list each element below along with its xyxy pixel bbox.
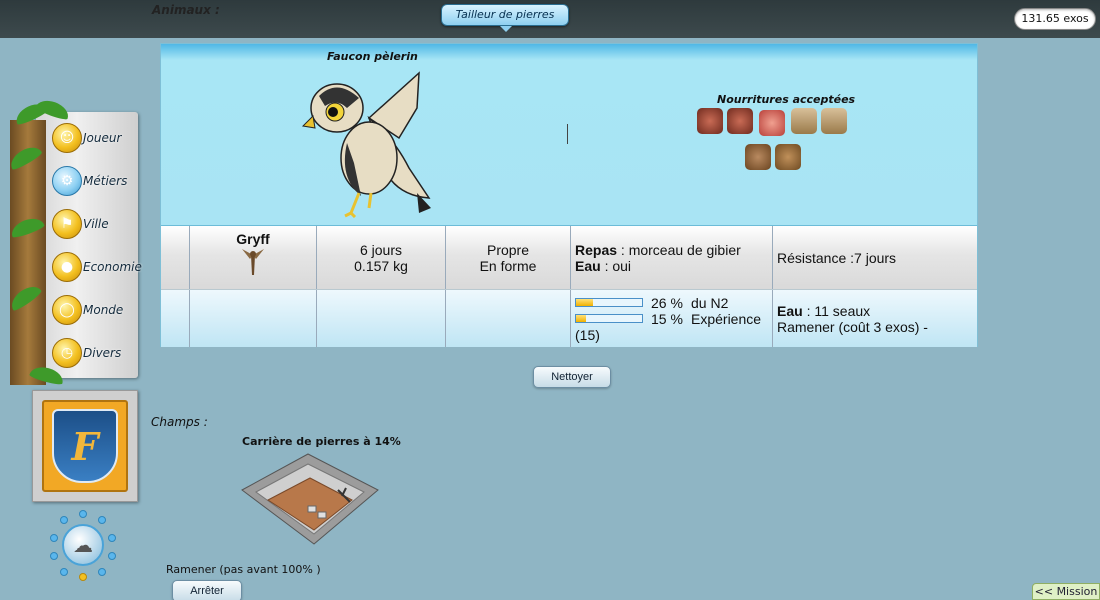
nav-item-monde[interactable]: ◯ Monde bbox=[52, 292, 136, 328]
nav-label: Divers bbox=[83, 346, 122, 360]
weather-widget[interactable]: ☁ bbox=[48, 510, 118, 582]
experience-percent: 15 % bbox=[651, 310, 683, 327]
crest-shield-icon: F bbox=[52, 409, 118, 483]
animal-name: Gryff bbox=[236, 230, 270, 247]
table-cell bbox=[189, 290, 316, 347]
rain-cloud-icon: ☁ bbox=[62, 524, 104, 566]
globe-icon: ◯ bbox=[52, 295, 82, 325]
stop-button[interactable]: Arrêter bbox=[172, 580, 242, 600]
table-cell: Résistance :7 jours bbox=[772, 226, 977, 289]
meal-label: Repas bbox=[575, 241, 618, 258]
level-bar bbox=[575, 298, 643, 307]
animal-progress-row: 26 % du N2 15 % Expérience (15) Eau : 11… bbox=[161, 290, 977, 347]
nav-label: Ville bbox=[83, 217, 109, 231]
experience-bar-fill bbox=[576, 315, 586, 322]
nav-label: Joueur bbox=[83, 131, 122, 145]
top-bar: Animaux : Tailleur de pierres 131.65 exo… bbox=[0, 0, 1100, 38]
table-cell bbox=[161, 290, 189, 347]
level-percent: 26 % bbox=[651, 294, 683, 311]
guild-crest-panel[interactable]: F bbox=[32, 390, 138, 502]
table-cell bbox=[316, 290, 445, 347]
nav-item-metiers[interactable]: ⚙ Métiers bbox=[52, 163, 136, 199]
water-value: : oui bbox=[600, 257, 632, 274]
job-tab[interactable]: Tailleur de pierres bbox=[441, 4, 569, 32]
animal-health: En forme bbox=[479, 257, 537, 274]
nav-item-joueur[interactable]: ☺ Joueur bbox=[52, 120, 136, 156]
weather-dot bbox=[60, 516, 68, 524]
water-stock-value: : 11 seaux bbox=[802, 302, 871, 319]
nav-label: Monde bbox=[83, 303, 124, 317]
meal-value: : morceau de gibier bbox=[617, 241, 741, 258]
bring-back-link[interactable]: Ramener (coût 3 exos) - bbox=[777, 319, 977, 335]
experience-progress: 15 % Expérience bbox=[575, 311, 772, 327]
weather-dot bbox=[79, 510, 87, 518]
ham-icon bbox=[759, 110, 785, 136]
weather-dot bbox=[50, 534, 58, 542]
meat-icon bbox=[727, 108, 753, 134]
mission-tab[interactable]: << Mission bbox=[1032, 583, 1100, 600]
weather-dot bbox=[79, 573, 87, 581]
table-cell: Gryff bbox=[189, 226, 316, 289]
divider bbox=[567, 124, 568, 144]
clock-icon: ◷ bbox=[52, 338, 82, 368]
nav-item-divers[interactable]: ◷ Divers bbox=[52, 335, 136, 371]
table-cell bbox=[445, 290, 570, 347]
nav-label: Métiers bbox=[83, 174, 128, 188]
resistance-text: Résistance :7 jours bbox=[777, 249, 897, 266]
weather-dot bbox=[60, 568, 68, 576]
weather-dot bbox=[108, 534, 116, 542]
animal-cleanliness: Propre bbox=[486, 241, 530, 258]
stone-quarry-icon[interactable] bbox=[238, 450, 380, 546]
fields-label: Champs : bbox=[151, 415, 208, 429]
table-cell: 26 % du N2 15 % Expérience (15) bbox=[570, 290, 772, 347]
meat-icon bbox=[697, 108, 723, 134]
wood-bucket-icon bbox=[775, 144, 801, 170]
table-cell: 6 jours 0.157 kg bbox=[316, 226, 445, 289]
weather-dot bbox=[50, 552, 58, 560]
level-bar-fill bbox=[576, 299, 594, 306]
quarry-title: Carrière de pierres à 14% bbox=[242, 435, 401, 448]
animal-header: Faucon pèlerin Nourritures acceptées bbox=[161, 44, 977, 226]
level-progress: 26 % du N2 bbox=[575, 295, 772, 311]
rabbit-icon bbox=[745, 144, 771, 170]
table-cell: Eau : 11 seaux Ramener (coût 3 exos) - bbox=[772, 290, 977, 347]
table-cell bbox=[161, 226, 189, 289]
nav-label: Economie bbox=[83, 260, 142, 274]
experience-bar bbox=[575, 314, 643, 323]
weather-dot bbox=[108, 552, 116, 560]
gears-icon: ⚙ bbox=[52, 166, 82, 196]
table-cell: Propre En forme bbox=[445, 226, 570, 289]
coins-icon: ● bbox=[52, 252, 82, 282]
grain-sack-icon bbox=[821, 108, 847, 134]
animal-info-row: Gryff 6 jours 0.157 kg Propre En forme R… bbox=[161, 226, 977, 290]
clean-button[interactable]: Nettoyer bbox=[533, 366, 611, 388]
money-display: 131.65 exos bbox=[1014, 8, 1096, 30]
experience-label: Expérience bbox=[691, 310, 762, 327]
grain-sack-icon bbox=[791, 108, 817, 134]
falcon-small-icon bbox=[242, 248, 264, 275]
animal-weight: 0.157 kg bbox=[354, 257, 408, 274]
level-label: du N2 bbox=[691, 294, 729, 311]
field-bring-back-text: Ramener (pas avant 100% ) bbox=[166, 563, 321, 576]
experience-points: (15) bbox=[575, 326, 600, 343]
weather-dot bbox=[98, 516, 106, 524]
water-stock-label: Eau bbox=[777, 302, 803, 319]
animal-species: Faucon pèlerin bbox=[327, 50, 418, 63]
table-cell: Repas : morceau de gibier Eau : oui bbox=[570, 226, 772, 289]
accepted-foods-title: Nourritures acceptées bbox=[717, 93, 856, 106]
water-label: Eau bbox=[575, 257, 601, 274]
city-icon: ⚑ bbox=[52, 209, 82, 239]
nav-item-economie[interactable]: ● Economie bbox=[52, 249, 142, 285]
nav-item-ville[interactable]: ⚑ Ville bbox=[52, 206, 136, 242]
section-label: Animaux : bbox=[152, 3, 220, 17]
weather-dot bbox=[98, 568, 106, 576]
falcon-icon bbox=[301, 71, 431, 218]
animal-age: 6 jours bbox=[359, 241, 403, 258]
player-icon: ☺ bbox=[52, 123, 82, 153]
animal-panel: Faucon pèlerin Nourritures acceptées Gry… bbox=[160, 43, 978, 347]
guild-crest: F bbox=[42, 400, 128, 492]
